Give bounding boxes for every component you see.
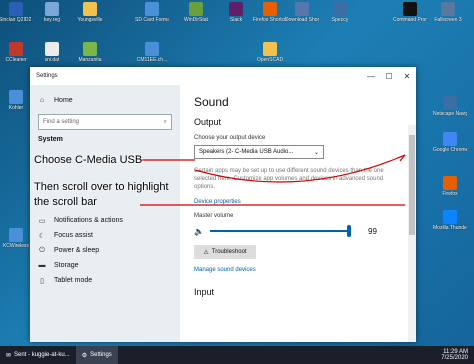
taskbar-sent-item[interactable]: ✉ Sent - kuggie-at-ku... <box>0 346 76 364</box>
annotation-step2-line2: the scroll bar <box>34 196 97 208</box>
annotation-step2-line1: Then scroll over to highlight <box>34 181 169 193</box>
gear-icon: ⚙ <box>81 352 88 359</box>
system-tray-clock[interactable]: 11:29 AM 7/25/2020 <box>441 346 468 364</box>
taskbar-settings-item[interactable]: ⚙ Settings <box>75 346 118 364</box>
mail-icon: ✉ <box>6 352 12 359</box>
arrowhead <box>397 154 406 162</box>
clock-date: 7/25/2020 <box>441 355 468 361</box>
annotation-step1: Choose C-Media USB <box>34 154 143 166</box>
taskbar: ✉ Sent - kuggie-at-ku... ⚙ Settings 11:2… <box>0 346 474 364</box>
taskbar-settings-label: Settings <box>90 352 112 358</box>
taskbar-sent-label: Sent - kuggie-at-ku... <box>14 352 70 358</box>
arrow-to-scrollbar <box>140 154 406 206</box>
